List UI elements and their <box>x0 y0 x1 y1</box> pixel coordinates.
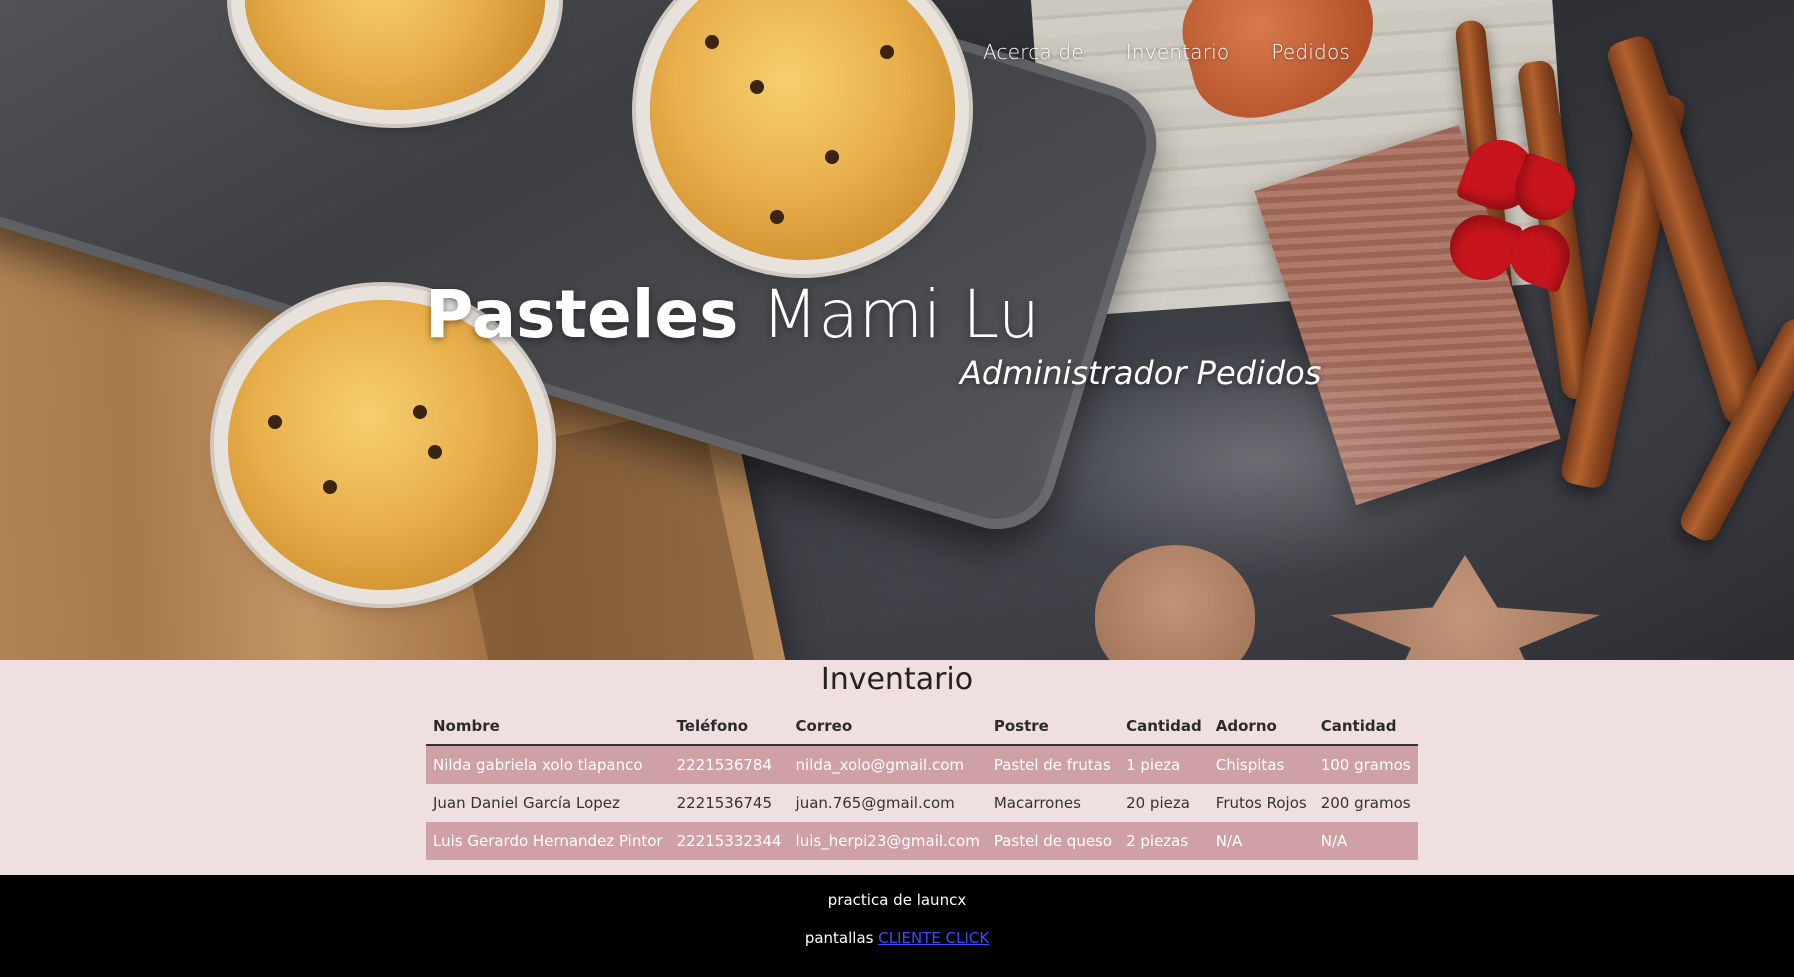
column-header-adorno: Adorno <box>1208 710 1314 746</box>
table-row: Juan Daniel García Lopez 2221536745 juan… <box>426 784 1418 822</box>
cell-nombre: Nilda gabriela xolo tlapanco <box>426 745 670 784</box>
cell-cantidad-adorno: 200 gramos <box>1320 794 1411 812</box>
cell-cantidad: 2 piezas <box>1119 822 1209 860</box>
hero-banner: Acerca de Inventario Pedidos Pasteles Ma… <box>0 0 1794 660</box>
site-title: Pasteles Mami Lu <box>425 282 1040 348</box>
site-title-light: Mami Lu <box>761 276 1040 353</box>
cell-correo: nilda_xolo@gmail.com <box>788 745 987 784</box>
table-header-row: Nombre Teléfono Correo Postre Cantidad A… <box>426 710 1418 746</box>
column-header-cantidad-adorno: Cantidad <box>1313 710 1418 746</box>
cell-cantidad: 1 pieza <box>1119 745 1209 784</box>
footer-links-line: pantallas CLIENTE CLICK <box>0 929 1794 947</box>
cell-adorno: Chispitas <box>1208 745 1314 784</box>
cell-postre: Pastel de queso <box>986 822 1120 860</box>
column-header-correo: Correo <box>788 710 987 746</box>
nav-link-pedidos[interactable]: Pedidos <box>1271 40 1350 64</box>
cell-telefono: 2221536745 <box>676 794 772 812</box>
top-nav: Acerca de Inventario Pedidos <box>983 40 1350 64</box>
cell-postre: Macarrones <box>993 794 1081 812</box>
site-subtitle: Administrador Pedidos <box>960 354 1322 392</box>
footer-text: practica de launcx <box>827 891 967 909</box>
footer-prefix: pantallas <box>804 929 874 947</box>
cell-adorno: Frutos Rojos <box>1215 794 1307 812</box>
cell-adorno: N/A <box>1208 822 1314 860</box>
cell-cantidad-adorno: 100 gramos <box>1313 745 1418 784</box>
column-header-postre: Postre <box>986 710 1120 746</box>
page-footer: practica de launcx pantallas CLIENTE CLI… <box>0 875 1794 977</box>
column-header-cantidad: Cantidad <box>1119 710 1209 746</box>
cell-nombre: Luis Gerardo Hernandez Pintor <box>426 822 670 860</box>
cell-correo: juan.765@gmail.com <box>795 794 955 812</box>
cell-telefono: 2221536784 <box>669 745 789 784</box>
section-heading: Inventario <box>820 662 974 697</box>
column-header-nombre: Nombre <box>426 710 670 746</box>
cliente-click-link[interactable]: CLIENTE CLICK <box>878 929 989 947</box>
nav-link-acerca-de[interactable]: Acerca de <box>983 40 1084 64</box>
table-row: Luis Gerardo Hernandez Pintor 2221533234… <box>426 822 1418 860</box>
cell-correo: luis_herpi23@gmail.com <box>788 822 987 860</box>
cell-postre: Pastel de frutas <box>986 745 1120 784</box>
cell-cantidad: 20 pieza <box>1126 794 1190 812</box>
cell-nombre: Juan Daniel García Lopez <box>433 794 620 812</box>
cell-cantidad-adorno: N/A <box>1313 822 1418 860</box>
cell-telefono: 22215332344 <box>669 822 789 860</box>
inventory-section: Inventario Nombre Teléfono Correo Postre… <box>0 660 1794 875</box>
table-row: Nilda gabriela xolo tlapanco 2221536784 … <box>426 745 1418 784</box>
nav-link-inventario[interactable]: Inventario <box>1126 40 1230 64</box>
column-header-telefono: Teléfono <box>669 710 789 746</box>
inventory-table: Nombre Teléfono Correo Postre Cantidad A… <box>426 710 1418 860</box>
site-title-bold: Pasteles <box>425 276 739 353</box>
